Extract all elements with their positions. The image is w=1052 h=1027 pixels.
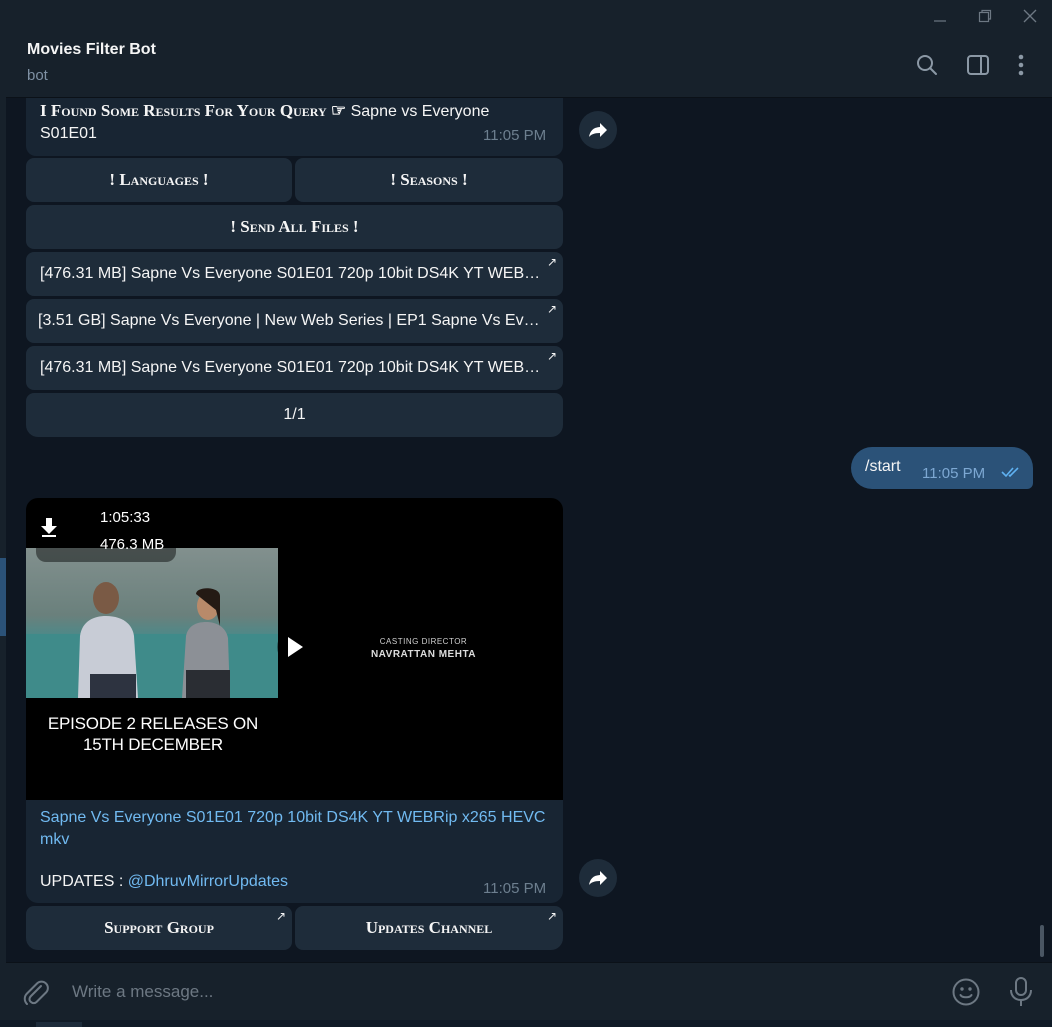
- video-duration: 1:05:33: [100, 509, 151, 526]
- minimize-icon[interactable]: [918, 0, 962, 32]
- results-prefix: I Found Some Results For Your Query ☞: [40, 101, 347, 120]
- seasons-label: ! Seasons !: [390, 170, 468, 189]
- updates-label: UPDATES :: [40, 873, 128, 890]
- message-input[interactable]: Write a message...: [72, 982, 213, 1002]
- more-vertical-icon[interactable]: [1006, 50, 1036, 80]
- person-figure: [182, 588, 230, 698]
- updates-channel-button[interactable]: Updates Channel ↗: [295, 906, 563, 950]
- person-figure: [78, 582, 138, 698]
- forward-button[interactable]: [579, 111, 617, 149]
- file-button-1[interactable]: [476.31 MB] Sapne Vs Everyone S01E01 720…: [26, 252, 563, 296]
- seasons-button[interactable]: ! Seasons !: [295, 158, 563, 202]
- external-link-icon: ↗: [546, 349, 557, 363]
- taskbar-edge: [0, 1020, 1052, 1027]
- video-credit-role: CASTING DIRECTOR: [379, 637, 468, 646]
- download-icon[interactable]: [32, 512, 66, 542]
- video-title-link[interactable]: Sapne Vs Everyone S01E01 720p 10bit DS4K…: [40, 807, 550, 851]
- languages-button[interactable]: ! Languages !: [26, 158, 292, 202]
- message-list[interactable]: I Found Some Results For Your Query ☞ Sa…: [6, 98, 1052, 962]
- file-label: [476.31 MB] Sapne Vs Everyone S01E01 720…: [40, 265, 541, 282]
- message-composer: Write a message...: [6, 962, 1052, 1020]
- video-overlay-text: EPISODE 2 RELEASES ON 15TH DECEMBER: [47, 714, 259, 754]
- microphone-icon[interactable]: [1007, 976, 1035, 1008]
- double-check-icon: [1001, 465, 1023, 483]
- external-link-icon: ↗: [546, 302, 557, 316]
- languages-label: ! Languages !: [109, 170, 209, 189]
- updates-line: UPDATES : @DhruvMirrorUpdates: [40, 873, 288, 891]
- outgoing-time: 11:05 PM: [922, 465, 986, 482]
- file-label: [476.31 MB] Sapne Vs Everyone S01E01 720…: [40, 359, 541, 376]
- chat-title[interactable]: Movies Filter Bot: [27, 41, 156, 59]
- video-size: 476.3 MB: [100, 536, 165, 553]
- video-preview[interactable]: 1:05:33 476.3 MB EPISODE 2 RELEASES ON 1…: [26, 498, 563, 800]
- paperclip-icon[interactable]: [20, 977, 50, 1007]
- video-credit-name: NAVRATTAN MEHTA: [370, 649, 477, 660]
- restore-icon[interactable]: [963, 0, 1007, 32]
- close-icon[interactable]: [1008, 0, 1052, 32]
- window-titlebar: [0, 0, 1052, 32]
- results-text: I Found Some Results For Your Query ☞ Sa…: [40, 100, 520, 145]
- external-link-icon: ↗: [546, 255, 557, 269]
- file-button-3[interactable]: [476.31 MB] Sapne Vs Everyone S01E01 720…: [26, 346, 563, 390]
- video-caption: Sapne Vs Everyone S01E01 720p 10bit DS4K…: [26, 800, 563, 903]
- updates-channel-label: Updates Channel: [365, 918, 493, 937]
- send-all-label: ! Send All Files !: [230, 217, 359, 236]
- file-label: [3.51 GB] Sapne Vs Everyone | New Web Se…: [38, 312, 541, 329]
- message-time: 11:05 PM: [483, 127, 547, 144]
- support-group-label: Support Group: [104, 918, 214, 937]
- updates-handle-link[interactable]: @DhruvMirrorUpdates: [128, 873, 288, 890]
- forward-button[interactable]: [579, 859, 617, 897]
- external-link-icon: ↗: [275, 909, 286, 923]
- scrollbar-thumb[interactable]: [1040, 925, 1044, 957]
- video-thumbnail: [26, 548, 278, 698]
- outgoing-message: /start 11:05 PM: [851, 447, 1033, 489]
- play-icon[interactable]: [277, 629, 313, 665]
- video-message-time: 11:05 PM: [483, 880, 547, 897]
- pagination-label: 1/1: [283, 406, 306, 423]
- support-group-button[interactable]: Support Group ↗: [26, 906, 292, 950]
- external-link-icon: ↗: [546, 909, 557, 923]
- pagination-button[interactable]: 1/1: [26, 393, 563, 437]
- outgoing-text[interactable]: /start: [865, 458, 901, 476]
- search-icon[interactable]: [912, 50, 942, 80]
- file-button-2[interactable]: [3.51 GB] Sapne Vs Everyone | New Web Se…: [26, 299, 563, 343]
- chat-header: Movies Filter Bot bot: [6, 32, 1052, 98]
- sidebar-toggle-icon[interactable]: [963, 50, 993, 80]
- results-message: I Found Some Results For Your Query ☞ Sa…: [26, 98, 563, 156]
- send-all-files-button[interactable]: ! Send All Files !: [26, 205, 563, 249]
- emoji-icon[interactable]: [951, 977, 981, 1007]
- chat-subtitle: bot: [27, 67, 48, 84]
